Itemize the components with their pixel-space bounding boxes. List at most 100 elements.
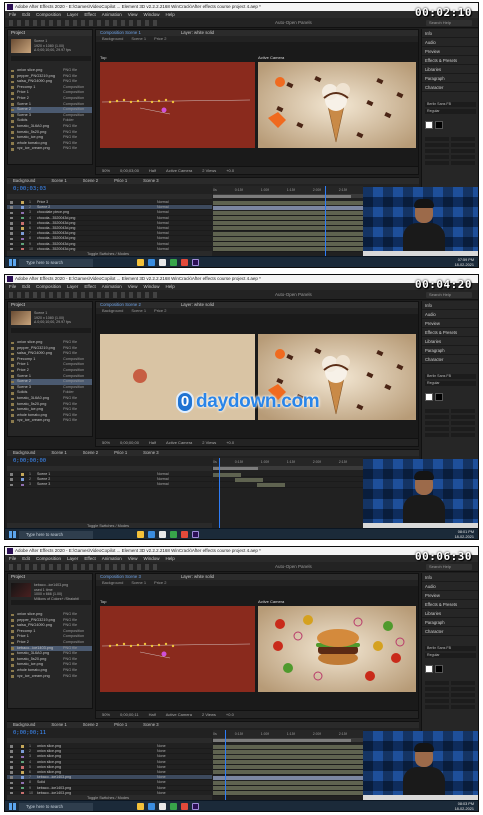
character-setting[interactable] [425,149,449,153]
menu-item-file[interactable]: File [9,556,16,561]
breadcrumb-item[interactable]: Background [102,308,123,313]
timeline-tab[interactable]: Scene 3 [143,450,158,455]
layer-segment[interactable] [213,754,363,759]
layer-tab[interactable]: Layer: white solid [181,30,214,35]
taskbar-app-icon[interactable] [192,803,199,810]
character-setting[interactable] [451,699,475,703]
composition-tab[interactable]: Composition Scene 1 [100,30,141,35]
layer-segment[interactable] [213,780,363,785]
layer-segment[interactable] [213,760,363,765]
character-setting[interactable] [425,705,449,709]
timeline-tab[interactable]: Background [13,450,35,455]
taskbar-app-icon[interactable] [192,259,199,266]
visibility-eye-icon[interactable] [10,216,13,220]
character-setting[interactable] [425,161,449,165]
layer-label-color[interactable] [21,781,24,785]
panel-preview[interactable]: Preview [422,319,478,328]
fill-color-swatch[interactable] [425,121,433,129]
timeline-tab[interactable]: Price 1 [114,450,127,455]
panel-audio[interactable]: Audio [422,38,478,47]
layer-segment[interactable] [213,221,363,226]
font-select[interactable]: Regular [425,109,476,114]
timeline-tab[interactable]: Scene 2 [83,178,98,183]
character-setting[interactable] [425,137,449,141]
viewer-control[interactable]: Half [149,168,156,173]
panel-info[interactable]: Info [422,301,478,310]
fill-color-swatch[interactable] [435,121,443,129]
menu-item-layer[interactable]: Layer [67,556,78,561]
auto-open-panels-label[interactable]: Auto-Open Panels [275,18,312,28]
font-select[interactable]: Berlin Sans FB [425,102,476,107]
font-select[interactable]: Regular [425,381,476,386]
timeline-tab[interactable]: Scene 1 [51,178,66,183]
tool-icons[interactable] [9,564,159,570]
taskbar-app-icon[interactable] [137,259,144,266]
character-setting[interactable] [451,161,475,165]
panel-preview[interactable]: Preview [422,591,478,600]
character-setting[interactable] [451,705,475,709]
timeline-tab[interactable]: Scene 2 [83,722,98,727]
panel-libraries[interactable]: Libraries [422,65,478,74]
font-select[interactable]: Berlin Sans FB [425,374,476,379]
taskbar-search-box[interactable]: Type here to search [19,802,93,811]
visibility-eye-icon[interactable] [10,232,13,235]
layer-label-color[interactable] [21,232,24,235]
visibility-eye-icon[interactable] [10,483,13,487]
character-setting[interactable] [425,427,449,431]
menu-item-edit[interactable]: Edit [22,556,30,561]
character-setting[interactable] [425,415,449,419]
menu-item-window[interactable]: Window [143,556,159,561]
layer-segment[interactable] [213,205,363,210]
layer-segment[interactable] [213,775,363,780]
tool-icons[interactable] [9,292,159,298]
current-timecode[interactable]: 0;00;00;00 [13,458,46,464]
layer-segment[interactable] [213,216,363,221]
character-setting[interactable] [425,693,449,697]
viewer-control[interactable]: Half [149,440,156,445]
layer-label-color[interactable] [21,750,24,753]
menu-item-file[interactable]: File [9,12,16,17]
viewer-control[interactable]: 0;00;03;00 [120,168,139,173]
layer-label-color[interactable] [21,221,24,225]
panel-audio[interactable]: Audio [422,582,478,591]
composition-tab[interactable]: Composition Scene 2 [100,302,141,307]
menu-item-animation[interactable]: Animation [102,284,122,289]
panel-info[interactable]: Info [422,573,478,582]
panel-audio[interactable]: Audio [422,310,478,319]
breadcrumb-item[interactable]: Background [102,580,123,585]
timeline-tab[interactable]: Scene 1 [51,450,66,455]
viewer-control[interactable]: 50% [102,440,110,445]
visibility-eye-icon[interactable] [10,786,13,790]
visibility-eye-icon[interactable] [10,221,13,225]
font-select[interactable]: Berlin Sans FB [425,646,476,651]
viewer-control[interactable]: +0.0 [226,168,234,173]
timeline-tab[interactable]: Background [13,178,35,183]
layer-segment[interactable] [213,786,363,790]
timeline-tab[interactable]: Scene 3 [143,178,158,183]
menu-item-composition[interactable]: Composition [36,284,61,289]
menu-item-animation[interactable]: Animation [102,556,122,561]
menu-item-help[interactable]: Help [165,12,174,17]
menu-item-composition[interactable]: Composition [36,556,61,561]
panel-character[interactable]: Character [422,83,478,92]
menu-item-effect[interactable]: Effect [84,12,95,17]
character-setting[interactable] [451,687,475,691]
project-search-input[interactable] [11,328,91,333]
menu-item-effect[interactable]: Effect [84,556,95,561]
visibility-eye-icon[interactable] [10,227,13,230]
layer-label-color[interactable] [21,765,24,769]
layer-label-color[interactable] [21,227,24,230]
timeline-layer-row[interactable]: 3 Scene 3 Normal [7,482,212,488]
visibility-eye-icon[interactable] [10,211,13,215]
visibility-eye-icon[interactable] [10,771,13,774]
project-list-item[interactable]: xyz_ice_cream.png PNG file [11,146,92,152]
menu-item-animation[interactable]: Animation [102,12,122,17]
layer-segment[interactable] [213,236,363,241]
viewer-control[interactable]: Half [149,712,156,717]
viewer-control[interactable]: Active Camera [166,168,192,173]
layer-segment[interactable] [213,231,363,236]
time-ruler[interactable]: 0s0:15f1:00f1:15f2:00f2:15f3:00f3:15f [213,730,399,738]
breadcrumb-item[interactable]: Price 2 [154,308,166,313]
timeline-tab[interactable]: Price 1 [114,178,127,183]
current-timecode[interactable]: 0;00;00;11 [13,730,46,736]
